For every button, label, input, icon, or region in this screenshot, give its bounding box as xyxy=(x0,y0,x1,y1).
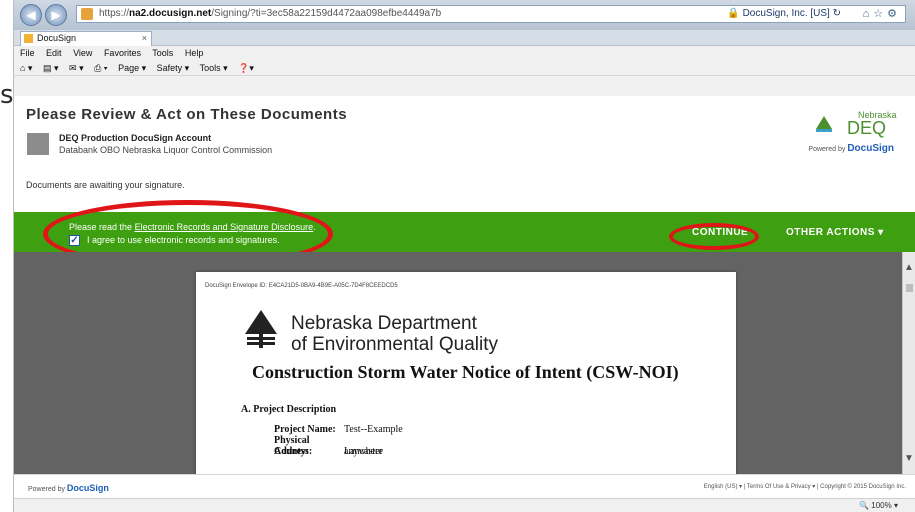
url-host: na2.docusign.net xyxy=(129,8,212,19)
cropped-text: s xyxy=(0,80,14,110)
browser-window: ◀ ▶ https://na2.docusign.net/Signing/?ti… xyxy=(13,0,915,512)
menu-bar: File Edit View Favorites Tools Help xyxy=(14,46,915,60)
command-tools[interactable]: Tools ▾ xyxy=(200,63,228,73)
mail-cmd-icon[interactable]: ✉ ▾ xyxy=(69,63,84,73)
scroll-up-icon[interactable]: ▲ xyxy=(904,262,914,273)
tree-logo-icon xyxy=(245,310,277,348)
envelope-id: DocuSign Envelope ID: E4CA21D5-0BA9-4B9E… xyxy=(205,283,398,289)
tab-label: DocuSign xyxy=(37,33,77,43)
help-cmd-icon[interactable]: ❓▾ xyxy=(238,63,254,73)
footer-powered-prefix: Powered by xyxy=(28,486,65,493)
field-value: Lancaster xyxy=(344,446,383,457)
docusign-header: Please Review & Act on These Documents D… xyxy=(14,96,915,212)
field-label: County: xyxy=(274,446,310,457)
forward-button[interactable]: ▶ xyxy=(45,4,67,26)
document-page: DocuSign Envelope ID: E4CA21D5-0BA9-4B9E… xyxy=(196,272,736,482)
address-bar-row: ◀ ▶ https://na2.docusign.net/Signing/?ti… xyxy=(14,0,915,30)
menu-view[interactable]: View xyxy=(73,48,92,58)
command-safety[interactable]: Safety ▾ xyxy=(157,63,190,73)
tab-docusign[interactable]: DocuSign × xyxy=(20,31,152,46)
scroll-down-icon[interactable]: ▼ xyxy=(904,453,914,464)
close-icon[interactable]: × xyxy=(142,32,147,45)
menu-help[interactable]: Help xyxy=(185,48,204,58)
sender-name: DEQ Production DocuSign Account xyxy=(59,133,212,143)
field-value: Test--Example xyxy=(344,424,403,435)
docusign-brand: DocuSign xyxy=(847,143,894,154)
tab-strip: DocuSign × xyxy=(14,30,915,46)
tree-logo-icon xyxy=(816,116,832,132)
menu-favorites[interactable]: Favorites xyxy=(104,48,141,58)
footer-docusign-brand: DocuSign xyxy=(66,483,109,493)
site-icon xyxy=(81,8,93,20)
document-title: Construction Storm Water Notice of Inten… xyxy=(252,362,679,382)
sender-org: Databank OBO Nebraska Liquor Control Com… xyxy=(59,145,273,155)
status-bar: 🔍 100% ▾ xyxy=(14,498,915,512)
menu-file[interactable]: File xyxy=(20,48,35,58)
powered-by-prefix: Powered by xyxy=(808,146,846,153)
print-cmd-icon[interactable]: ⎙ ▾ xyxy=(94,63,107,73)
back-button[interactable]: ◀ xyxy=(20,4,42,26)
scrollbar[interactable]: ▲ ▼ xyxy=(902,252,915,474)
status-message: Documents are awaiting your signature. xyxy=(26,180,185,190)
toolbar-icons: ⌂☆⚙ xyxy=(863,6,901,22)
field-label: Project Name: xyxy=(274,424,336,435)
powered-by: Powered by DocuSign xyxy=(808,143,894,154)
section-heading: A. Project Description xyxy=(241,404,337,415)
zoom-level[interactable]: 🔍 100% ▾ xyxy=(859,501,898,510)
site-identity[interactable]: 🔒 DocuSign, Inc. [US] ↻ xyxy=(727,6,841,22)
field-county: County: Lancaster xyxy=(274,446,383,457)
other-actions-button[interactable]: OTHER ACTIONS ▾ xyxy=(786,227,884,238)
org-name-line1: Nebraska Department xyxy=(291,313,477,334)
url-prefix: https:// xyxy=(99,8,130,19)
zoom-value: 100% xyxy=(871,501,892,510)
menu-tools[interactable]: Tools xyxy=(152,48,173,58)
site-identity-label: DocuSign, Inc. [US] xyxy=(742,8,830,19)
home-icon[interactable]: ⌂ xyxy=(863,8,874,20)
field-project-name: Project Name: Test--Example xyxy=(274,424,403,435)
annotation-circle-continue xyxy=(669,223,759,250)
address-bar[interactable]: https://na2.docusign.net/Signing/?ti=3ec… xyxy=(76,5,906,23)
scroll-thumb[interactable] xyxy=(906,284,913,292)
org-name-line2: of Environmental Quality xyxy=(291,334,498,355)
url-path: /Signing/?ti=3ec58a22159d4472aa098efbe44… xyxy=(211,8,442,19)
menu-edit[interactable]: Edit xyxy=(46,48,62,58)
footer-links[interactable]: English (US) ▾ | Terms Of Use & Privacy … xyxy=(704,483,906,490)
feeds-cmd-icon[interactable]: ▤ ▾ xyxy=(43,63,59,73)
brand-agency: DEQ xyxy=(847,118,887,138)
page-title: Please Review & Act on These Documents xyxy=(26,106,348,123)
left-gutter: s xyxy=(0,0,14,512)
docusign-favicon-icon xyxy=(24,34,33,43)
avatar xyxy=(27,133,49,155)
footer-powered-by: Powered by DocuSign xyxy=(28,483,109,493)
docusign-footer: Powered by DocuSign English (US) ▾ | Ter… xyxy=(14,474,915,498)
home-cmd-icon[interactable]: ⌂ ▾ xyxy=(20,63,32,73)
command-bar: ⌂ ▾ ▤ ▾ ✉ ▾ ⎙ ▾ Page ▾ Safety ▾ Tools ▾ … xyxy=(14,60,915,76)
gear-icon[interactable]: ⚙ xyxy=(887,8,901,20)
command-page[interactable]: Page ▾ xyxy=(118,63,146,73)
favorites-icon[interactable]: ☆ xyxy=(873,8,887,20)
